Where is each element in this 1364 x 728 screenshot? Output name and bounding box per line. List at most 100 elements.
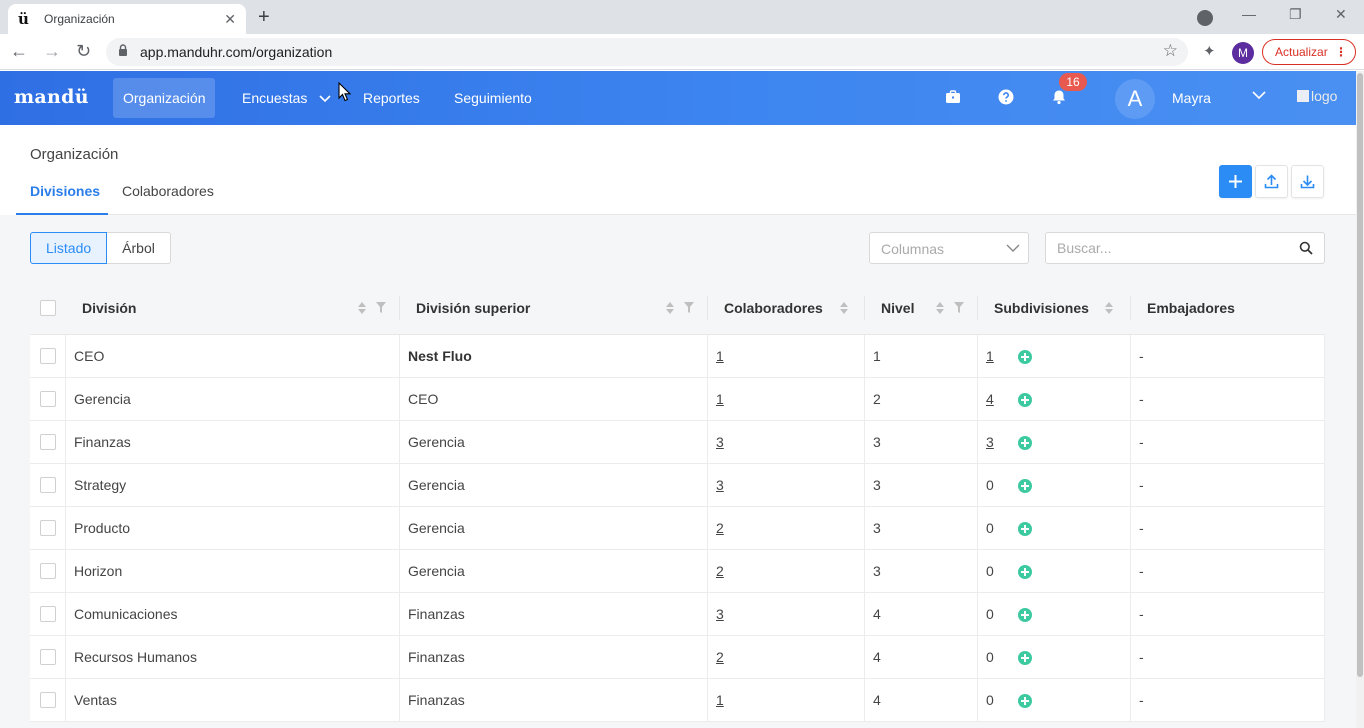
colaboradores-link[interactable]: 2 xyxy=(716,520,724,536)
view-arbol-button[interactable]: Árbol xyxy=(107,232,171,264)
cell-division[interactable]: Comunicaciones xyxy=(74,593,178,636)
user-avatar[interactable]: A xyxy=(1115,79,1155,119)
cell-division[interactable]: CEO xyxy=(74,335,104,378)
add-subdivision-icon[interactable] xyxy=(1018,350,1032,364)
nav-organizacion[interactable]: Organización xyxy=(113,78,215,118)
add-subdivision-icon[interactable] xyxy=(1018,651,1032,665)
view-listado-button[interactable]: Listado xyxy=(30,232,108,264)
add-subdivision-icon[interactable] xyxy=(1018,565,1032,579)
filter-icon[interactable] xyxy=(684,302,694,313)
table-row[interactable]: Horizon Gerencia 2 3 0 - xyxy=(30,550,1325,593)
page-scrollbar[interactable] xyxy=(1356,71,1364,728)
forward-icon[interactable]: → xyxy=(43,41,61,62)
briefcase-icon[interactable] xyxy=(945,89,961,105)
profile-avatar[interactable]: M xyxy=(1232,42,1254,64)
upload-button[interactable] xyxy=(1255,165,1288,198)
help-icon[interactable] xyxy=(998,89,1014,105)
cell-division[interactable]: Producto xyxy=(74,507,130,550)
nav-seguimiento[interactable]: Seguimiento xyxy=(444,78,542,118)
cell-division[interactable]: Gerencia xyxy=(74,378,131,421)
tab-colaboradores[interactable]: Colaboradores xyxy=(122,183,214,199)
subdivisiones-link[interactable]: 3 xyxy=(986,434,994,450)
new-tab-icon[interactable]: + xyxy=(258,6,270,29)
table-row[interactable]: Recursos Humanos Finanzas 2 4 0 - xyxy=(30,636,1325,679)
row-checkbox[interactable] xyxy=(40,434,56,450)
row-checkbox[interactable] xyxy=(40,606,56,622)
omnibox[interactable]: app.manduhr.com/organization ☆ xyxy=(106,38,1188,66)
columns-select[interactable]: Columnas xyxy=(869,232,1029,264)
cell-division[interactable]: Strategy xyxy=(74,464,126,507)
nav-encuestas[interactable]: Encuestas xyxy=(232,78,341,118)
add-subdivision-icon[interactable] xyxy=(1018,608,1032,622)
table-row[interactable]: Ventas Finanzas 1 4 0 - xyxy=(30,679,1325,722)
column-header-division[interactable]: División xyxy=(82,282,136,334)
user-name[interactable]: Mayra xyxy=(1172,90,1211,106)
download-button[interactable] xyxy=(1291,165,1324,198)
bell-icon[interactable] xyxy=(1051,89,1067,105)
search-icon[interactable] xyxy=(1299,241,1313,255)
back-icon[interactable]: ← xyxy=(10,41,28,62)
table-row[interactable]: Producto Gerencia 2 3 0 - xyxy=(30,507,1325,550)
user-menu-chevron-icon[interactable] xyxy=(1252,91,1266,100)
nav-reportes[interactable]: Reportes xyxy=(353,78,430,118)
column-header-parent[interactable]: División superior xyxy=(416,282,530,334)
column-header-nivel[interactable]: Nivel xyxy=(881,282,914,334)
colaboradores-link[interactable]: 1 xyxy=(716,692,724,708)
row-checkbox[interactable] xyxy=(40,563,56,579)
colaboradores-link[interactable]: 3 xyxy=(716,434,724,450)
restore-icon[interactable]: ❐ xyxy=(1289,6,1302,23)
row-checkbox[interactable] xyxy=(40,348,56,364)
add-division-button[interactable] xyxy=(1219,165,1252,198)
row-checkbox[interactable] xyxy=(40,391,56,407)
table-row[interactable]: CEO Nest Fluo 1 1 1 - xyxy=(30,335,1325,378)
add-subdivision-icon[interactable] xyxy=(1018,393,1032,407)
sort-icon[interactable] xyxy=(936,302,944,314)
column-header-colaboradores[interactable]: Colaboradores xyxy=(724,282,823,334)
row-checkbox[interactable] xyxy=(40,692,56,708)
cell-division[interactable]: Horizon xyxy=(74,550,122,593)
sort-icon[interactable] xyxy=(358,302,366,314)
app-logo[interactable]: mandü xyxy=(14,86,89,108)
colaboradores-link[interactable]: 3 xyxy=(716,606,724,622)
colaboradores-link[interactable]: 1 xyxy=(716,391,724,407)
sort-icon[interactable] xyxy=(666,302,674,314)
browser-tab[interactable]: ü Organización ✕ xyxy=(8,4,246,34)
close-window-icon[interactable]: ✕ xyxy=(1335,6,1347,23)
table-row[interactable]: Gerencia CEO 1 2 4 - xyxy=(30,378,1325,421)
add-subdivision-icon[interactable] xyxy=(1018,436,1032,450)
row-checkbox[interactable] xyxy=(40,520,56,536)
sort-icon[interactable] xyxy=(1105,302,1113,314)
cell-division[interactable]: Recursos Humanos xyxy=(74,636,197,679)
filter-icon[interactable] xyxy=(954,302,964,313)
row-checkbox[interactable] xyxy=(40,477,56,493)
table-row[interactable]: Strategy Gerencia 3 3 0 - xyxy=(30,464,1325,507)
cell-division[interactable]: Ventas xyxy=(74,679,117,722)
add-subdivision-icon[interactable] xyxy=(1018,479,1032,493)
extensions-icon[interactable]: ✦ xyxy=(1203,42,1216,60)
colaboradores-link[interactable]: 1 xyxy=(716,348,724,364)
subdivisiones-link[interactable]: 1 xyxy=(986,348,994,364)
sort-icon[interactable] xyxy=(840,302,848,314)
scrollbar-thumb[interactable] xyxy=(1357,73,1363,677)
add-subdivision-icon[interactable] xyxy=(1018,694,1032,708)
table-row[interactable]: Finanzas Gerencia 3 3 3 - xyxy=(30,421,1325,464)
colaboradores-link[interactable]: 2 xyxy=(716,563,724,579)
column-header-embajadores[interactable]: Embajadores xyxy=(1147,282,1235,334)
minimize-icon[interactable]: — xyxy=(1242,6,1256,22)
reload-icon[interactable]: ↻ xyxy=(76,41,91,62)
row-checkbox[interactable] xyxy=(40,649,56,665)
add-subdivision-icon[interactable] xyxy=(1018,522,1032,536)
select-all-checkbox[interactable] xyxy=(40,300,56,316)
table-row[interactable]: Comunicaciones Finanzas 3 4 0 - xyxy=(30,593,1325,636)
tab-divisiones[interactable]: Divisiones xyxy=(30,183,100,199)
colaboradores-link[interactable]: 2 xyxy=(716,649,724,665)
filter-icon[interactable] xyxy=(376,302,386,313)
colaboradores-link[interactable]: 3 xyxy=(716,477,724,493)
update-button[interactable]: Actualizar ⋮ xyxy=(1262,39,1356,65)
close-tab-icon[interactable]: ✕ xyxy=(224,11,236,28)
bookmark-star-icon[interactable]: ☆ xyxy=(1163,41,1178,61)
profile-menu-icon[interactable] xyxy=(1197,10,1213,26)
column-header-subdivisiones[interactable]: Subdivisiones xyxy=(994,282,1089,334)
subdivisiones-link[interactable]: 4 xyxy=(986,391,994,407)
search-input[interactable] xyxy=(1045,232,1325,264)
